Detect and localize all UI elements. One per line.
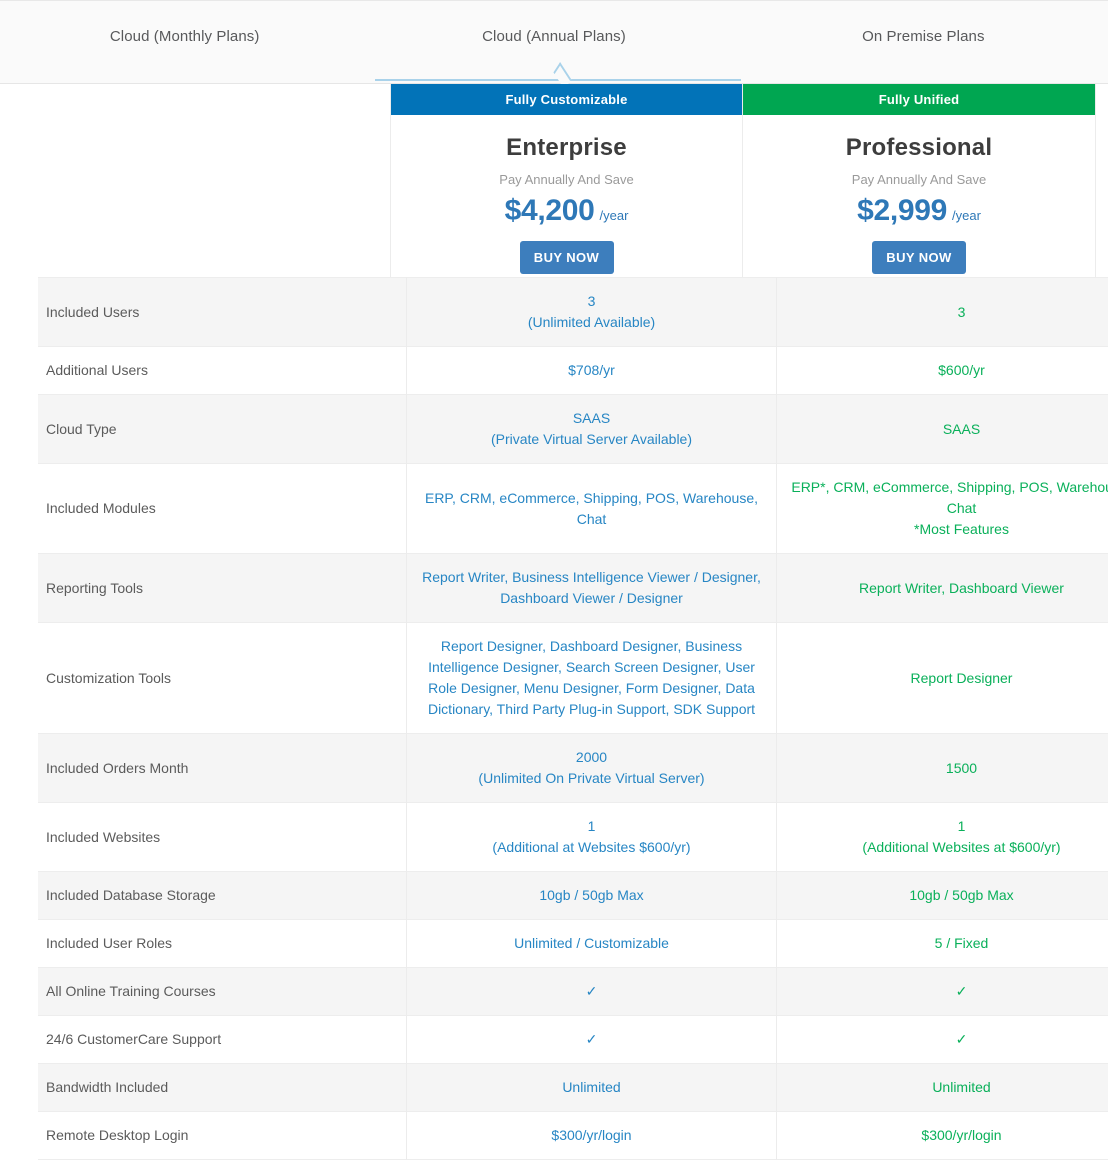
tab-label: Cloud (Annual Plans)	[482, 28, 626, 45]
plan-card-enterprise: Fully Customizable Enterprise Pay Annual…	[390, 84, 743, 277]
value-professional: Unlimited	[777, 1064, 1108, 1112]
table-row: Included ModulesERP, CRM, eCommerce, Shi…	[38, 464, 1108, 554]
feature-label: Included Orders Month	[38, 734, 407, 803]
value-enterprise: Unlimited	[407, 1064, 777, 1112]
plan-period-professional: /year	[952, 208, 981, 223]
buy-now-button-enterprise[interactable]: BUY NOW	[520, 241, 614, 274]
feature-comparison-body: Included Users3(Unlimited Available)3Add…	[38, 278, 1108, 1160]
value-enterprise: SAAS(Private Virtual Server Available)	[407, 395, 777, 464]
tab-on-premise-plans[interactable]: On Premise Plans	[739, 1, 1108, 83]
value-professional: $300/yr/login	[777, 1112, 1108, 1160]
feature-label: Customization Tools	[38, 623, 407, 734]
plan-price-row-enterprise: $4,200 /year	[505, 194, 629, 228]
plan-header-cards: Fully Customizable Enterprise Pay Annual…	[390, 84, 1096, 277]
tab-cloud-monthly-plans[interactable]: Cloud (Monthly Plans)	[0, 1, 369, 83]
value-enterprise: 3(Unlimited Available)	[407, 278, 777, 347]
table-row: Reporting ToolsReport Writer, Business I…	[38, 554, 1108, 623]
tab-label: Cloud (Monthly Plans)	[110, 28, 260, 45]
plan-price-row-professional: $2,999 /year	[857, 194, 981, 228]
value-enterprise: $708/yr	[407, 347, 777, 395]
plan-name-enterprise: Enterprise	[506, 134, 627, 162]
value-professional: $600/yr	[777, 347, 1108, 395]
plan-period-enterprise: /year	[600, 208, 629, 223]
table-row: Included Users3(Unlimited Available)3	[38, 278, 1108, 347]
plan-ribbon-enterprise: Fully Customizable	[391, 84, 742, 115]
value-professional: SAAS	[777, 395, 1108, 464]
value-professional: ✓	[777, 968, 1108, 1016]
value-enterprise: ERP, CRM, eCommerce, Shipping, POS, Ware…	[407, 464, 777, 554]
tab-label: On Premise Plans	[862, 28, 984, 45]
feature-label: Remote Desktop Login	[38, 1112, 407, 1160]
value-professional: ERP*, CRM, eCommerce, Shipping, POS, War…	[777, 464, 1108, 554]
buy-now-button-professional[interactable]: BUY NOW	[872, 241, 966, 274]
table-row: Customization ToolsReport Designer, Dash…	[38, 623, 1108, 734]
feature-label: Included User Roles	[38, 920, 407, 968]
value-enterprise: 2000(Unlimited On Private Virtual Server…	[407, 734, 777, 803]
value-enterprise: Unlimited / Customizable	[407, 920, 777, 968]
table-row: Included Orders Month2000(Unlimited On P…	[38, 734, 1108, 803]
value-professional: 5 / Fixed	[777, 920, 1108, 968]
feature-comparison-table: Included Users3(Unlimited Available)3Add…	[38, 277, 1108, 1160]
plan-type-tabbar: Cloud (Monthly Plans) Cloud (Annual Plan…	[0, 0, 1108, 84]
value-professional: ✓	[777, 1016, 1108, 1064]
feature-label: Included Database Storage	[38, 872, 407, 920]
value-enterprise: 10gb / 50gb Max	[407, 872, 777, 920]
plan-ribbon-professional: Fully Unified	[743, 84, 1095, 115]
plan-subtitle-professional: Pay Annually And Save	[852, 172, 986, 187]
table-row: Included Database Storage10gb / 50gb Max…	[38, 872, 1108, 920]
value-professional: 1500	[777, 734, 1108, 803]
table-row: Additional Users$708/yr$600/yr	[38, 347, 1108, 395]
plan-card-professional: Fully Unified Professional Pay Annually …	[743, 84, 1096, 277]
feature-label: Cloud Type	[38, 395, 407, 464]
value-professional: 3	[777, 278, 1108, 347]
value-professional: 10gb / 50gb Max	[777, 872, 1108, 920]
value-professional: Report Designer	[777, 623, 1108, 734]
feature-label: Bandwidth Included	[38, 1064, 407, 1112]
value-enterprise: Report Writer, Business Intelligence Vie…	[407, 554, 777, 623]
feature-label: 24/6 CustomerCare Support	[38, 1016, 407, 1064]
plan-name-professional: Professional	[846, 134, 992, 162]
value-enterprise: ✓	[407, 1016, 777, 1064]
feature-label: Reporting Tools	[38, 554, 407, 623]
table-row: All Online Training Courses✓✓	[38, 968, 1108, 1016]
table-row: Bandwidth IncludedUnlimitedUnlimited	[38, 1064, 1108, 1112]
value-enterprise: Report Designer, Dashboard Designer, Bus…	[407, 623, 777, 734]
table-row: Remote Desktop Login$300/yr/login$300/yr…	[38, 1112, 1108, 1160]
plan-price-enterprise: $4,200	[505, 194, 595, 228]
tab-cloud-annual-plans[interactable]: Cloud (Annual Plans)	[369, 1, 738, 83]
feature-label: Additional Users	[38, 347, 407, 395]
feature-label: Included Modules	[38, 464, 407, 554]
value-enterprise: 1(Additional at Websites $600/yr)	[407, 803, 777, 872]
table-row: 24/6 CustomerCare Support✓✓	[38, 1016, 1108, 1064]
table-row: Included User RolesUnlimited / Customiza…	[38, 920, 1108, 968]
feature-label: All Online Training Courses	[38, 968, 407, 1016]
plan-subtitle-enterprise: Pay Annually And Save	[499, 172, 633, 187]
value-professional: Report Writer, Dashboard Viewer	[777, 554, 1108, 623]
feature-label: Included Websites	[38, 803, 407, 872]
table-row: Cloud TypeSAAS(Private Virtual Server Av…	[38, 395, 1108, 464]
value-professional: 1(Additional Websites at $600/yr)	[777, 803, 1108, 872]
value-enterprise: $300/yr/login	[407, 1112, 777, 1160]
table-row: Included Websites1(Additional at Website…	[38, 803, 1108, 872]
value-enterprise: ✓	[407, 968, 777, 1016]
plan-price-professional: $2,999	[857, 194, 947, 228]
feature-label: Included Users	[38, 278, 407, 347]
